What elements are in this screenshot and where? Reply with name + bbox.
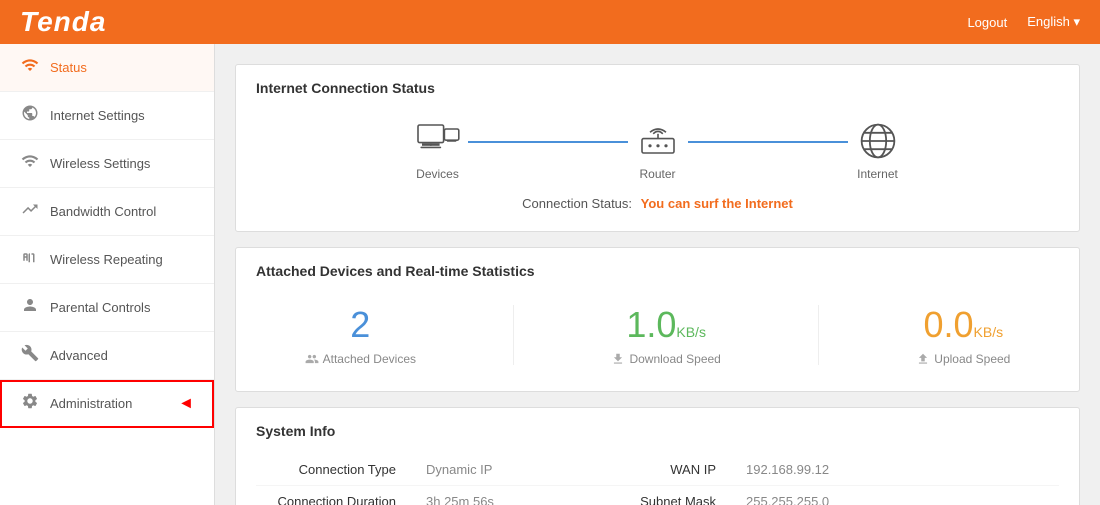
repeating-icon — [20, 248, 40, 271]
sidebar-item-administration[interactable]: Administration ◄ — [0, 380, 214, 428]
sidebar-label-bandwidth: Bandwidth Control — [50, 204, 156, 219]
language-selector[interactable]: English ▾ — [1027, 14, 1080, 30]
stat-devices: 2 Attached Devices — [305, 304, 416, 366]
sysinfo-label: Connection Type — [256, 454, 416, 486]
stat-devices-count: 2 — [350, 304, 370, 346]
devices-icon — [413, 121, 463, 161]
sysinfo-label2: Subnet Mask — [616, 486, 736, 505]
system-info-title: System Info — [256, 423, 1059, 439]
sidebar-label-repeating: Wireless Repeating — [50, 252, 163, 267]
stats-row: 2 Attached Devices 1.0KB/s Download Spee… — [256, 294, 1059, 376]
conn-line-2 — [688, 141, 848, 143]
download-label-text: Download Speed — [629, 352, 720, 366]
stat-divider-1 — [513, 305, 514, 365]
stat-divider-2 — [818, 305, 819, 365]
sysinfo-value: Dynamic IP — [416, 454, 616, 486]
router-label: Router — [639, 167, 675, 181]
connection-status-prefix: Connection Status: — [522, 196, 632, 211]
sidebar-item-wireless-settings[interactable]: Wireless Settings — [0, 140, 214, 188]
sysinfo-label: Connection Duration — [256, 486, 416, 505]
sysinfo-row: Connection Type Dynamic IP WAN IP 192.16… — [256, 454, 1059, 486]
bandwidth-icon — [20, 200, 40, 223]
connection-status: Connection Status: You can surf the Inte… — [256, 196, 1059, 216]
sidebar: Status Internet Settings Wireless Settin… — [0, 44, 215, 505]
parental-icon — [20, 296, 40, 319]
main-content: Internet Connection Status Devices — [215, 44, 1100, 505]
download-unit: KB/s — [676, 324, 706, 340]
sidebar-label-admin: Administration — [50, 396, 132, 411]
sidebar-label-wireless: Wireless Settings — [50, 156, 150, 171]
admin-icon — [20, 392, 40, 415]
sysinfo-value2: 192.168.99.12 — [736, 454, 1059, 486]
devices-item: Devices — [413, 121, 463, 181]
sidebar-item-bandwidth-control[interactable]: Bandwidth Control — [0, 188, 214, 236]
sidebar-label-status: Status — [50, 60, 87, 75]
stat-upload-label: Upload Speed — [916, 352, 1010, 366]
layout: Status Internet Settings Wireless Settin… — [0, 44, 1100, 505]
attached-devices-card: Attached Devices and Real-time Statistic… — [235, 247, 1080, 392]
stat-download-speed: 1.0KB/s — [626, 304, 706, 346]
header-right: Logout English ▾ — [967, 14, 1080, 30]
sidebar-label-internet: Internet Settings — [50, 108, 145, 123]
attached-devices-title: Attached Devices and Real-time Statistic… — [256, 263, 1059, 279]
internet-icon — [853, 121, 903, 161]
sidebar-item-internet-settings[interactable]: Internet Settings — [0, 92, 214, 140]
connection-status-value: You can surf the Internet — [641, 196, 793, 211]
internet-label: Internet — [857, 167, 898, 181]
stat-upload: 0.0KB/s Upload Speed — [916, 304, 1010, 366]
upload-unit: KB/s — [974, 324, 1004, 340]
router-item: Router — [633, 121, 683, 181]
stat-upload-speed: 0.0KB/s — [924, 304, 1004, 346]
sidebar-item-advanced[interactable]: Advanced — [0, 332, 214, 380]
sidebar-item-status[interactable]: Status — [0, 44, 214, 92]
sysinfo-value: 3h 25m 56s — [416, 486, 616, 505]
stat-download: 1.0KB/s Download Speed — [611, 304, 720, 366]
sidebar-label-advanced: Advanced — [50, 348, 108, 363]
sysinfo-table: Connection Type Dynamic IP WAN IP 192.16… — [256, 454, 1059, 505]
sysinfo-label2: WAN IP — [616, 454, 736, 486]
stat-devices-label: Attached Devices — [305, 352, 416, 366]
internet-connection-card: Internet Connection Status Devices — [235, 64, 1080, 232]
router-icon — [633, 121, 683, 161]
logo: Tenda — [20, 6, 106, 38]
connection-diagram: Devices Router — [256, 111, 1059, 191]
highlight-arrow: ◄ — [178, 395, 194, 413]
advanced-icon — [20, 344, 40, 367]
wireless-icon — [20, 152, 40, 175]
logout-button[interactable]: Logout — [967, 15, 1007, 30]
stat-devices-text: Attached Devices — [323, 352, 416, 366]
globe-icon — [20, 104, 40, 127]
upload-label-text: Upload Speed — [934, 352, 1010, 366]
devices-label: Devices — [416, 167, 459, 181]
conn-line-1 — [468, 141, 628, 143]
wifi-icon — [20, 56, 40, 79]
internet-connection-title: Internet Connection Status — [256, 80, 1059, 96]
upload-icon — [916, 352, 930, 366]
system-info-card: System Info Connection Type Dynamic IP W… — [235, 407, 1080, 505]
sidebar-label-parental: Parental Controls — [50, 300, 150, 315]
sysinfo-value2: 255.255.255.0 — [736, 486, 1059, 505]
sidebar-item-wireless-repeating[interactable]: Wireless Repeating — [0, 236, 214, 284]
internet-item: Internet — [853, 121, 903, 181]
devices-stat-icon — [305, 352, 319, 366]
header: Tenda Logout English ▾ — [0, 0, 1100, 44]
download-icon — [611, 352, 625, 366]
sysinfo-row: Connection Duration 3h 25m 56s Subnet Ma… — [256, 486, 1059, 505]
stat-download-label: Download Speed — [611, 352, 720, 366]
sidebar-item-parental-controls[interactable]: Parental Controls — [0, 284, 214, 332]
